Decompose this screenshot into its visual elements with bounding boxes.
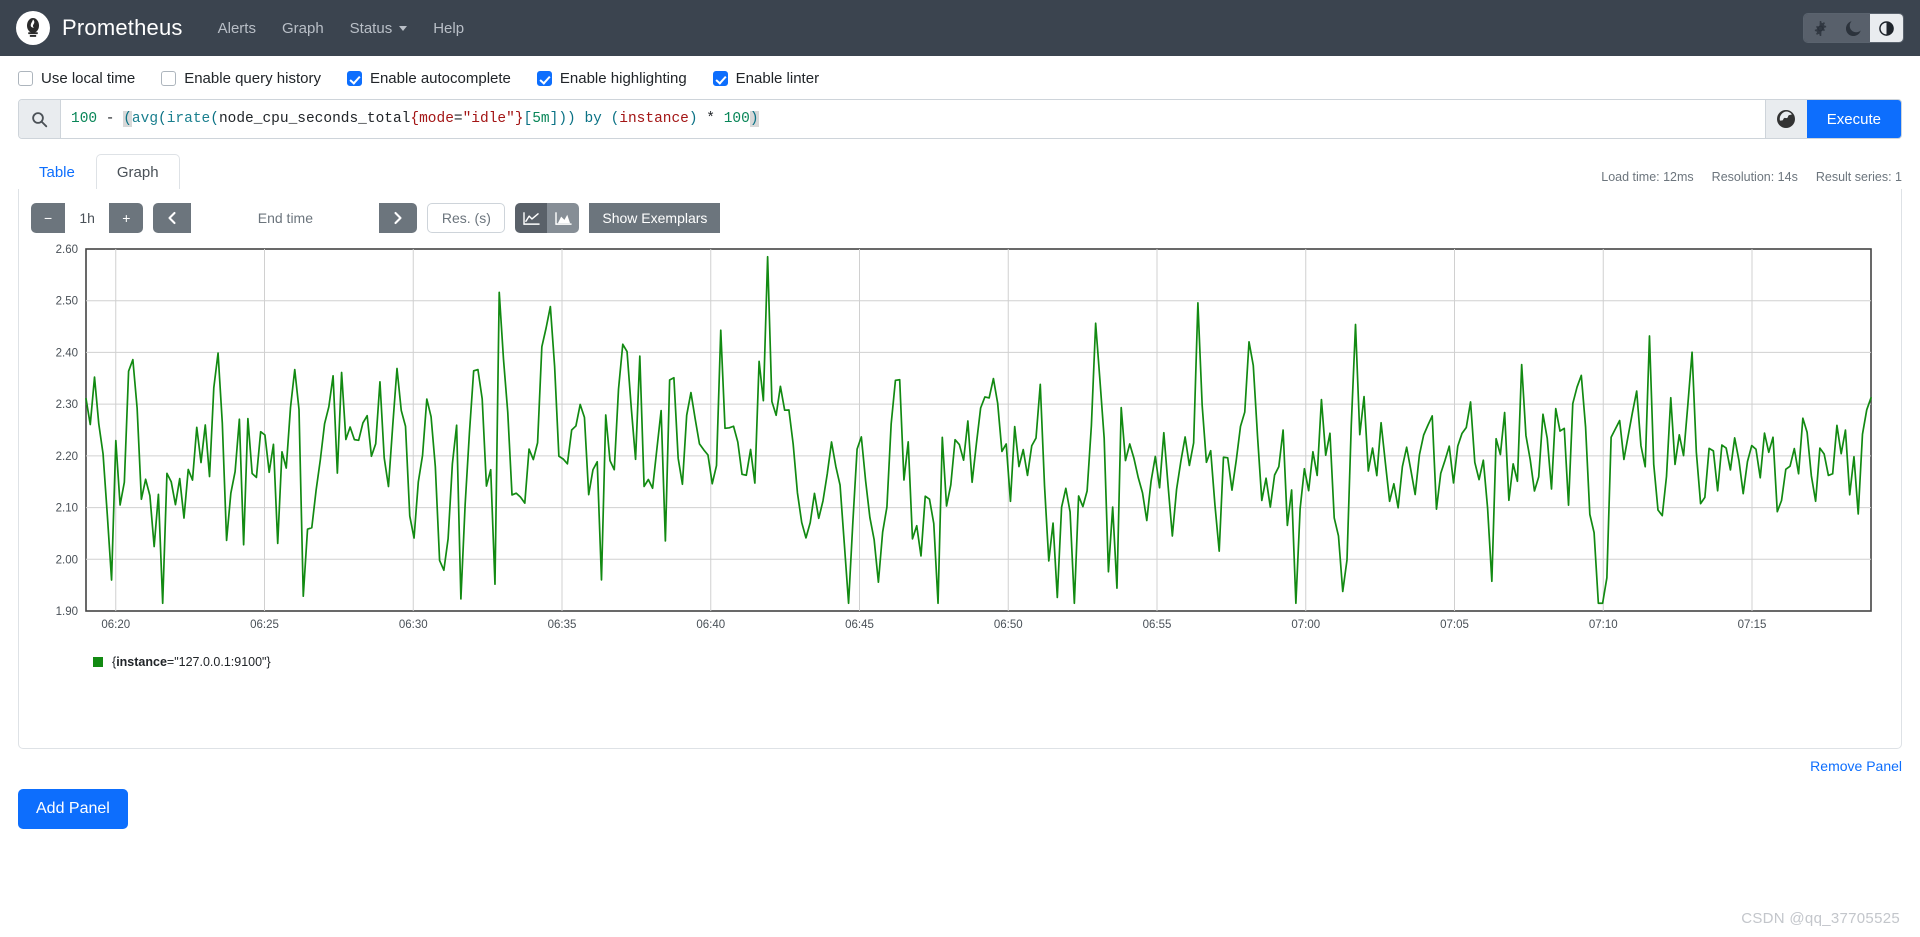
add-panel-button[interactable]: Add Panel bbox=[18, 789, 128, 829]
line-chart-icon[interactable] bbox=[515, 203, 548, 233]
tabs-row: Table Graph Load time: 12ms Resolution: … bbox=[0, 139, 1920, 190]
chart-area[interactable]: 1.90 2.00 2.10 2.20 2.30 2.40 2.50 2.60 06:20 06:… bbox=[31, 241, 1889, 641]
svg-text:06:25: 06:25 bbox=[250, 619, 279, 631]
stat-result-series: Result series: 1 bbox=[1815, 170, 1902, 184]
svg-text:07:00: 07:00 bbox=[1291, 619, 1320, 631]
prometheus-torch-icon bbox=[16, 11, 50, 45]
enable-query-history-label: Enable query history bbox=[184, 70, 321, 87]
nav-links: Alerts Graph Status Help bbox=[205, 12, 477, 45]
svg-text:2.10: 2.10 bbox=[56, 503, 78, 515]
option-use-local-time[interactable]: Use local time bbox=[18, 70, 135, 87]
legend-series-label[interactable]: {instance="127.0.0.1:9100"} bbox=[112, 655, 271, 669]
svg-text:06:35: 06:35 bbox=[548, 619, 577, 631]
nav-help[interactable]: Help bbox=[420, 12, 477, 45]
option-enable-autocomplete[interactable]: Enable autocomplete bbox=[346, 70, 511, 87]
theme-dark-button[interactable] bbox=[1837, 14, 1870, 42]
range-input[interactable]: 1h bbox=[65, 203, 110, 233]
graph-panel: − 1h + End time Res. (s) Show Exemplars … bbox=[18, 189, 1902, 749]
end-time-input[interactable]: End time bbox=[191, 203, 380, 233]
search-icon[interactable] bbox=[19, 100, 61, 138]
query-input[interactable]: 100 - (avg(irate(node_cpu_seconds_total{… bbox=[61, 100, 1765, 138]
chevron-down-icon bbox=[399, 25, 408, 31]
half-circle-contrast-icon bbox=[1879, 20, 1894, 36]
navbar: Prometheus Alerts Graph Status Help bbox=[0, 0, 1920, 56]
tab-graph[interactable]: Graph bbox=[95, 154, 180, 190]
enable-autocomplete-label: Enable autocomplete bbox=[369, 70, 511, 87]
chart-legend: {instance="127.0.0.1:9100"} bbox=[31, 655, 1889, 669]
svg-text:06:45: 06:45 bbox=[845, 619, 874, 631]
stat-load-time: Load time: 12ms bbox=[1601, 170, 1694, 184]
svg-text:2.20: 2.20 bbox=[56, 451, 78, 463]
nav-alerts-label: Alerts bbox=[217, 19, 256, 37]
range-stepper: − 1h + bbox=[31, 203, 144, 233]
use-local-time-checkbox[interactable] bbox=[18, 71, 33, 86]
end-time-group: End time bbox=[153, 203, 418, 233]
svg-text:06:30: 06:30 bbox=[399, 619, 428, 631]
watermark: CSDN @qq_37705525 bbox=[1741, 910, 1900, 927]
nav-graph[interactable]: Graph bbox=[269, 12, 337, 45]
previous-time-button[interactable] bbox=[153, 203, 192, 233]
legend-color-swatch bbox=[93, 657, 103, 667]
svg-text:06:50: 06:50 bbox=[994, 619, 1023, 631]
option-enable-highlighting[interactable]: Enable highlighting bbox=[536, 70, 687, 87]
add-panel-row: Add Panel bbox=[0, 775, 1920, 829]
svg-text:06:40: 06:40 bbox=[696, 619, 725, 631]
svg-text:07:10: 07:10 bbox=[1589, 619, 1618, 631]
svg-text:07:15: 07:15 bbox=[1738, 619, 1767, 631]
query-bar-wrap: 100 - (avg(irate(node_cpu_seconds_total{… bbox=[0, 99, 1920, 139]
time-series-chart[interactable]: 1.90 2.00 2.10 2.20 2.30 2.40 2.50 2.60 06:20 06:… bbox=[31, 241, 1881, 641]
tab-table[interactable]: Table bbox=[18, 154, 96, 190]
option-enable-query-history[interactable]: Enable query history bbox=[161, 70, 321, 87]
enable-highlighting-checkbox[interactable] bbox=[536, 71, 552, 86]
stacked-area-chart-icon[interactable] bbox=[547, 203, 580, 233]
next-time-button[interactable] bbox=[379, 203, 418, 233]
stat-resolution: Resolution: 14s bbox=[1711, 170, 1798, 184]
enable-highlighting-label: Enable highlighting bbox=[559, 70, 687, 87]
query-options-bar: Use local time Enable query history Enab… bbox=[0, 56, 1920, 99]
svg-text:1.90: 1.90 bbox=[56, 606, 78, 618]
enable-linter-label: Enable linter bbox=[735, 70, 820, 87]
show-exemplars-button[interactable]: Show Exemplars bbox=[589, 203, 721, 233]
svg-text:2.40: 2.40 bbox=[56, 347, 78, 359]
chart-type-group bbox=[515, 203, 580, 233]
result-tabs: Table Graph bbox=[18, 153, 180, 190]
use-local-time-label: Use local time bbox=[41, 70, 136, 87]
svg-text:2.30: 2.30 bbox=[56, 399, 78, 411]
nav-status-label: Status bbox=[349, 19, 393, 37]
nav-help-label: Help bbox=[433, 19, 465, 37]
option-enable-linter[interactable]: Enable linter bbox=[712, 70, 820, 87]
svg-text:2.00: 2.00 bbox=[56, 554, 78, 566]
enable-linter-checkbox[interactable] bbox=[712, 71, 728, 86]
remove-panel-row: Remove Panel bbox=[0, 749, 1920, 775]
nav-graph-label: Graph bbox=[281, 19, 324, 37]
svg-text:07:05: 07:05 bbox=[1440, 619, 1469, 631]
query-bar: 100 - (avg(irate(node_cpu_seconds_total{… bbox=[18, 99, 1902, 139]
moon-icon bbox=[1846, 20, 1861, 36]
query-stats: Load time: 12ms Resolution: 14s Result s… bbox=[1601, 170, 1902, 189]
brand-name: Prometheus bbox=[62, 15, 183, 40]
nav-status[interactable]: Status bbox=[337, 12, 421, 45]
resolution-input[interactable]: Res. (s) bbox=[427, 203, 506, 233]
increase-range-button[interactable]: + bbox=[109, 203, 144, 233]
enable-autocomplete-checkbox[interactable] bbox=[346, 71, 362, 86]
execute-button[interactable]: Execute bbox=[1806, 100, 1901, 138]
theme-auto-button[interactable] bbox=[1870, 14, 1903, 42]
remove-panel-link[interactable]: Remove Panel bbox=[1810, 758, 1902, 774]
nav-alerts[interactable]: Alerts bbox=[205, 12, 269, 45]
enable-query-history-checkbox[interactable] bbox=[161, 71, 177, 86]
brand[interactable]: Prometheus bbox=[16, 11, 183, 45]
theme-light-button[interactable] bbox=[1804, 14, 1837, 42]
svg-text:2.50: 2.50 bbox=[56, 296, 78, 308]
svg-text:06:20: 06:20 bbox=[101, 619, 130, 631]
metrics-explorer-globe-icon[interactable] bbox=[1764, 100, 1807, 138]
theme-toggle-group bbox=[1803, 13, 1904, 43]
svg-text:06:55: 06:55 bbox=[1143, 619, 1172, 631]
gear-icon bbox=[1813, 20, 1828, 36]
decrease-range-button[interactable]: − bbox=[31, 203, 66, 233]
svg-text:2.60: 2.60 bbox=[56, 244, 78, 256]
graph-controls: − 1h + End time Res. (s) Show Exemplars bbox=[31, 203, 1889, 233]
